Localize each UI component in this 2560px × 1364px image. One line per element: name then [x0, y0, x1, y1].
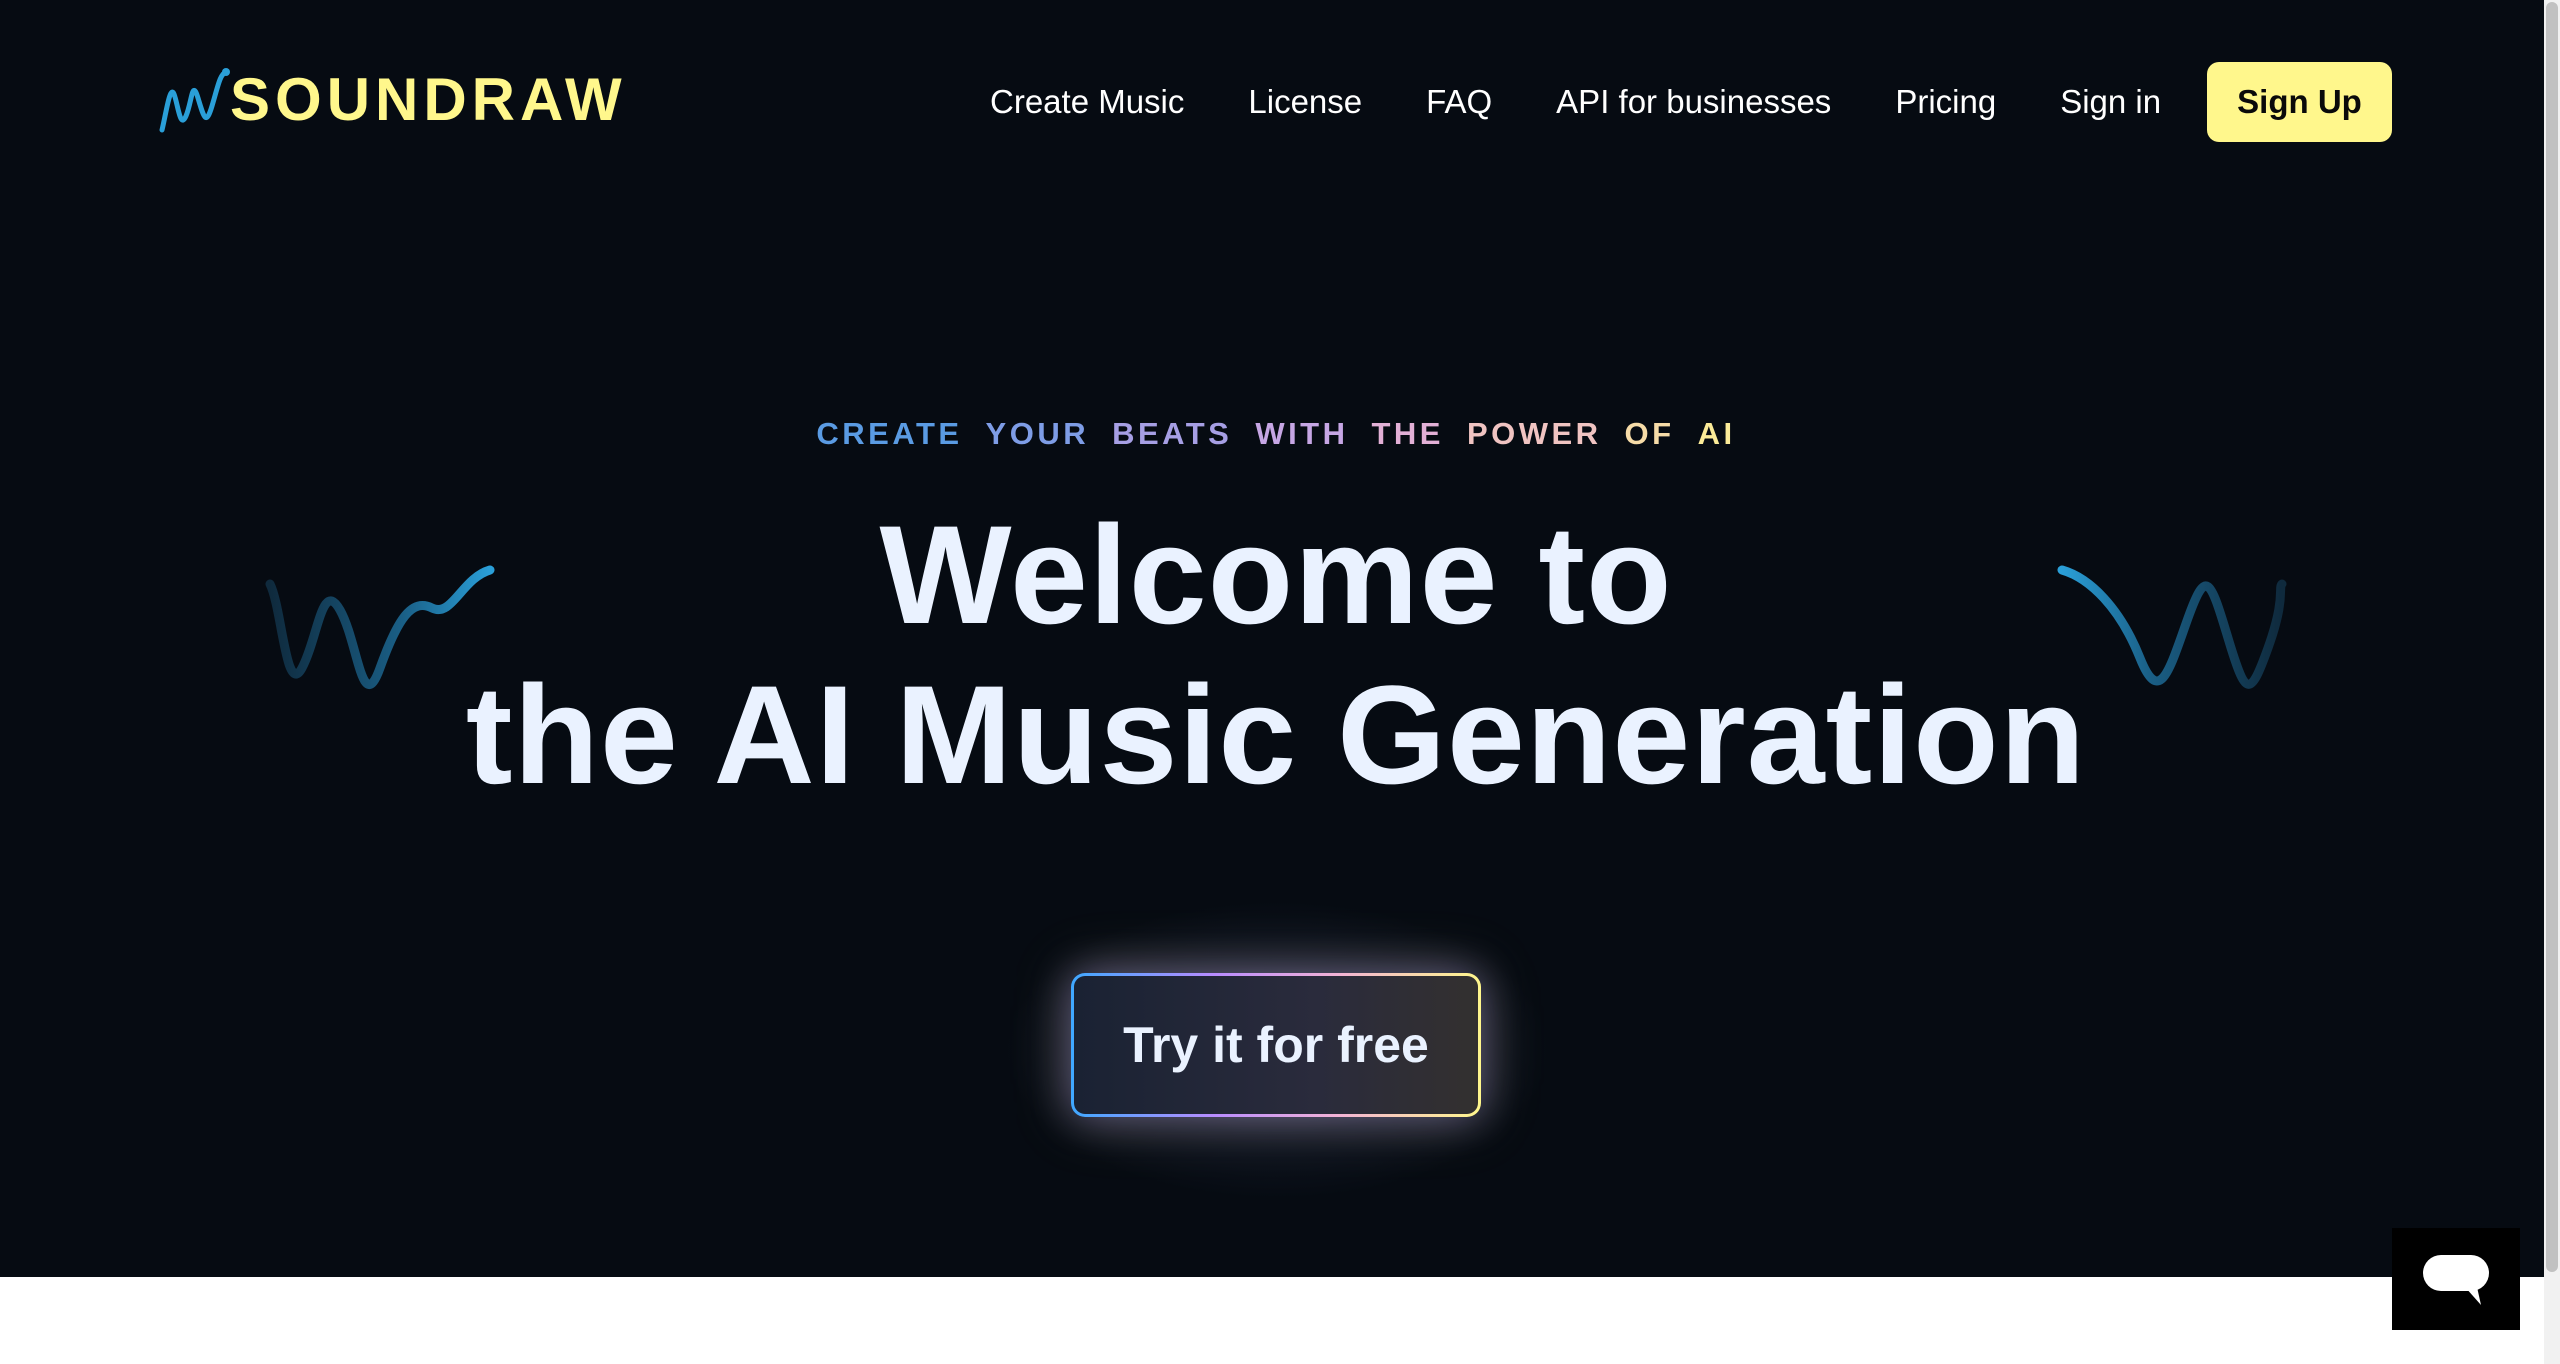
eyebrow-word: THE	[1371, 416, 1444, 451]
nav-faq[interactable]: FAQ	[1426, 83, 1492, 121]
eyebrow-word: CREATE	[816, 416, 963, 451]
chat-bubble-icon	[2423, 1255, 2489, 1305]
eyebrow-word: WITH	[1255, 416, 1349, 451]
eyebrow-word: YOUR	[985, 416, 1090, 451]
hero-headline-line1: Welcome to	[879, 496, 1673, 653]
eyebrow-word: BEATS	[1112, 416, 1233, 451]
eyebrow-word: OF	[1624, 416, 1675, 451]
nav-sign-in[interactable]: Sign in	[2060, 83, 2161, 121]
nav-create-music[interactable]: Create Music	[990, 83, 1184, 121]
logo[interactable]: SOUNDRAW	[158, 64, 627, 136]
hero-eyebrow: CREATE YOUR BEATS WITH THE POWER OF AI	[0, 416, 2552, 452]
sign-up-button[interactable]: Sign Up	[2207, 62, 2392, 142]
logo-text: SOUNDRAW	[230, 66, 627, 133]
next-section	[0, 1277, 2544, 1364]
wave-logo-icon	[159, 68, 230, 133]
try-it-for-free-button[interactable]: Try it for free	[1071, 973, 1481, 1117]
chat-widget-button[interactable]	[2392, 1228, 2520, 1330]
page-scrollbar[interactable]	[2544, 0, 2560, 1364]
eyebrow-word: POWER	[1466, 416, 1602, 451]
hero-headline-line2: the AI Music Generation	[465, 656, 2087, 813]
nav-license[interactable]: License	[1248, 83, 1362, 121]
page: SOUNDRAW Create Music License FAQ API fo…	[0, 0, 2560, 1364]
main-nav: Create Music License FAQ API for busines…	[990, 62, 2193, 142]
scrollbar-thumb[interactable]	[2546, 2, 2558, 1272]
eyebrow-word: AI	[1697, 416, 1736, 451]
hero-section: SOUNDRAW Create Music License FAQ API fo…	[0, 0, 2544, 1277]
cta-label: Try it for free	[1074, 976, 1478, 1114]
nav-api-for-businesses[interactable]: API for businesses	[1556, 83, 1831, 121]
nav-pricing[interactable]: Pricing	[1895, 83, 1996, 121]
